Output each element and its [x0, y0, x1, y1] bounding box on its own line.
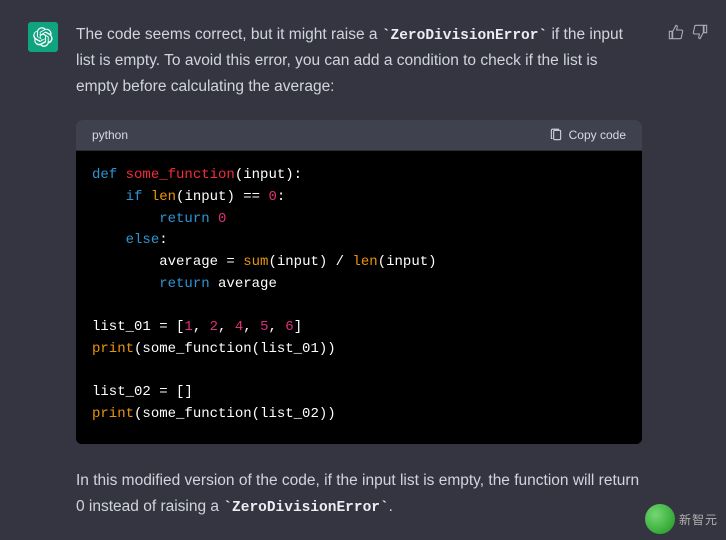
inline-code: `ZeroDivisionError`	[223, 500, 388, 516]
text-run: The code seems correct, but it might rai…	[76, 26, 382, 43]
wechat-icon	[645, 504, 675, 534]
code-body[interactable]: def some_function(input): if len(input) …	[76, 151, 642, 443]
clipboard-icon	[549, 128, 563, 142]
message-paragraph-2: In this modified version of the code, if…	[76, 468, 642, 520]
assistant-avatar	[28, 22, 58, 52]
feedback-controls	[668, 24, 708, 40]
copy-code-button[interactable]: Copy code	[549, 128, 626, 142]
watermark: 新智元	[645, 504, 718, 534]
copy-code-label: Copy code	[569, 128, 626, 142]
inline-code: `ZeroDivisionError`	[382, 28, 547, 44]
thumbs-down-icon[interactable]	[692, 24, 708, 40]
message-paragraph-1: The code seems correct, but it might rai…	[76, 22, 642, 100]
code-block: python Copy code def some_function(input…	[76, 120, 642, 443]
text-run: .	[389, 498, 393, 515]
watermark-text: 新智元	[679, 511, 718, 528]
openai-logo-icon	[33, 27, 53, 47]
message-row: The code seems correct, but it might rai…	[0, 0, 726, 520]
message-content: The code seems correct, but it might rai…	[76, 22, 650, 520]
code-language-label: python	[92, 128, 128, 142]
thumbs-up-icon[interactable]	[668, 24, 684, 40]
code-block-header: python Copy code	[76, 120, 642, 151]
